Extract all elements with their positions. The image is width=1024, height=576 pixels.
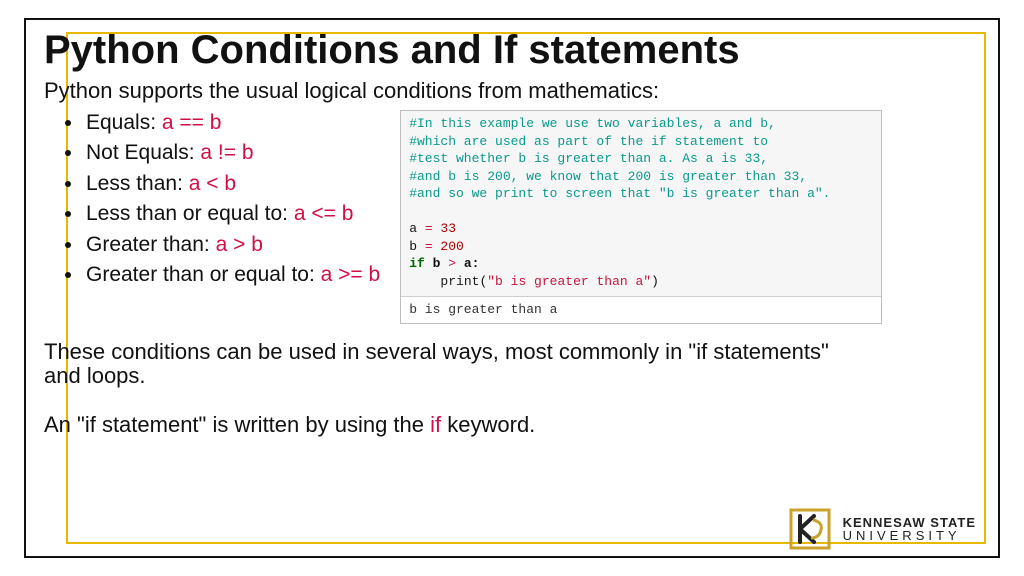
list-item: Equals: a == b [84,108,380,138]
code-comment: #test whether b is greater than a. As a … [409,151,768,166]
code-op: = [417,239,440,254]
code-op: = [417,221,440,236]
bullet-label: Greater than: [86,233,216,256]
code-string: "b is greater than a" [487,274,651,289]
list-item: Greater than: a > b [84,230,380,260]
bullet-code: a >= b [321,263,381,286]
logo-mark-icon [787,506,833,552]
code-indent [409,274,440,289]
bullet-code: a != b [200,141,253,164]
slide-content: Python Conditions and If statements Pyth… [44,28,980,548]
bullet-label: Not Equals: [86,141,200,164]
code-output: b is greater than a [401,296,881,323]
code-var: b [409,239,417,254]
bullet-label: Greater than or equal to: [86,263,321,286]
paragraph-1: These conditions can be used in several … [44,340,864,388]
code-num: 33 [440,221,456,236]
code-op: > [448,256,456,271]
bullet-code: a <= b [294,202,354,225]
list-item: Less than: a < b [84,169,380,199]
logo-line-2: UNIVERSITY [843,529,976,542]
two-column: Equals: a == b Not Equals: a != b Less t… [44,108,980,324]
if-keyword-highlight: if [430,412,441,437]
slide-title: Python Conditions and If statements [44,28,980,72]
code-var: a [409,221,417,236]
list-item: Not Equals: a != b [84,138,380,168]
code-paren: ) [651,274,659,289]
university-logo: KENNESAW STATE UNIVERSITY [787,506,976,552]
bullet-code: a > b [216,233,263,256]
list-item: Less than or equal to: a <= b [84,199,380,229]
code-example: #In this example we use two variables, a… [400,110,882,324]
code-comment: #and so we print to screen that "b is gr… [409,186,830,201]
code-text: b [425,256,448,271]
bullet-label: Less than or equal to: [86,202,294,225]
code-num: 200 [440,239,463,254]
code-text: a: [456,256,479,271]
code-comment: #which are used as part of the if statem… [409,134,768,149]
code-comment: #In this example we use two variables, a… [409,116,776,131]
list-item: Greater than or equal to: a >= b [84,260,380,290]
intro-text: Python supports the usual logical condit… [44,78,980,104]
bullet-code: a == b [162,111,222,134]
conditions-list: Equals: a == b Not Equals: a != b Less t… [44,108,380,291]
code-keyword: if [409,256,425,271]
para2-part-b: keyword. [441,412,535,437]
bullet-label: Equals: [86,111,162,134]
paragraph-2: An "if statement" is written by using th… [44,412,980,438]
logo-text: KENNESAW STATE UNIVERSITY [843,516,976,542]
code-comment: #and b is 200, we know that 200 is great… [409,169,807,184]
para2-part-a: An "if statement" is written by using th… [44,412,430,437]
code-source: #In this example we use two variables, a… [401,111,881,296]
code-func: print [440,274,479,289]
bullet-label: Less than: [86,172,189,195]
bullet-code: a < b [189,172,236,195]
